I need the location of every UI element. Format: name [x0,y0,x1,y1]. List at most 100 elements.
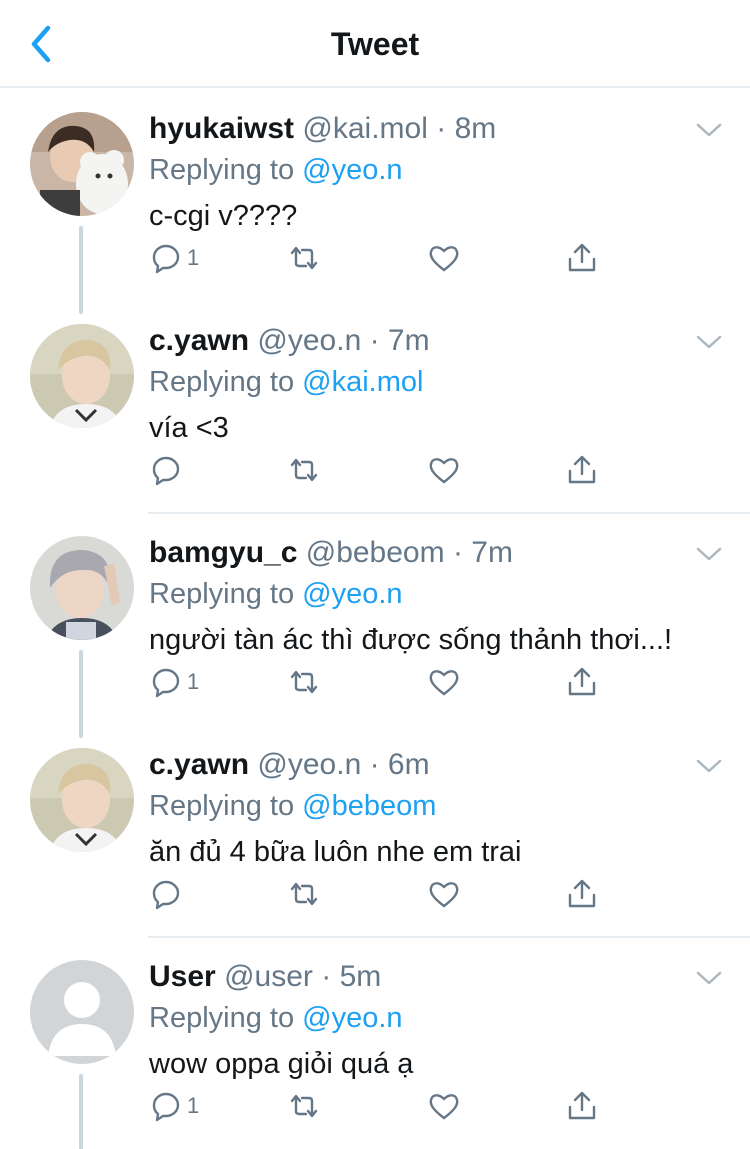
thread-line [79,226,83,314]
tweet-text: c-cgi v???? [149,200,298,232]
replying-label: Replying to [149,154,295,186]
retweet-icon [290,246,318,270]
tweet-header: hyukaiwst @kai.mol · 8m [149,112,497,145]
handle[interactable]: @yeo.n [257,324,361,357]
like-button[interactable] [427,660,461,704]
timestamp: 8m [454,112,497,145]
like-button[interactable] [427,1084,461,1128]
share-button[interactable] [565,236,599,280]
chevron-down-icon[interactable] [694,120,724,140]
tweet-header: bamgyu_c @bebeom · 7m [149,536,513,569]
reply-icon [152,880,180,910]
display-name[interactable]: bamgyu_c [149,536,297,569]
reply-icon [152,244,180,274]
reply-button[interactable]: 1 [149,1084,199,1128]
replying-to: Replying to @yeo.n [149,154,403,187]
retweet-button[interactable] [287,660,321,704]
action-bar [149,448,619,492]
reply-mention-link[interactable]: @kai.mol [302,366,423,398]
retweet-icon [290,670,318,694]
default-avatar-icon [30,960,134,1064]
tweet[interactable]: hyukaiwst @kai.mol · 8m Replying to @yeo… [0,90,750,314]
handle[interactable]: @bebeom [306,536,445,569]
display-name[interactable]: hyukaiwst [149,112,294,145]
avatar[interactable] [30,536,134,640]
chevron-down-icon[interactable] [694,756,724,776]
tweet-header: c.yawn @yeo.n · 7m [149,324,430,357]
retweet-button[interactable] [287,1084,321,1128]
action-bar: 1 [149,660,619,704]
avatar[interactable] [30,748,134,852]
action-bar: 1 [149,1084,619,1128]
replying-to: Replying to @yeo.n [149,578,403,611]
share-icon [568,455,596,484]
avatar[interactable] [30,960,134,1064]
reply-count: 1 [187,245,200,270]
timestamp: 5m [339,960,382,993]
chevron-down-icon[interactable] [694,544,724,564]
like-icon [429,1094,459,1120]
share-button[interactable] [565,1084,599,1128]
chevron-down-icon[interactable] [694,968,724,988]
share-button[interactable] [565,872,599,916]
display-name[interactable]: c.yawn [149,324,249,357]
replying-label: Replying to [149,366,295,398]
reply-count: 1 [187,669,200,694]
like-icon [429,246,459,272]
page-title: Tweet [330,26,420,62]
replying-to: Replying to @yeo.n [149,1002,403,1035]
chevron-down-icon[interactable] [694,332,724,352]
tweet-text: vía <3 [149,412,229,444]
share-icon [568,243,596,272]
reply-button[interactable] [149,872,187,916]
handle[interactable]: @kai.mol [302,112,427,145]
handle[interactable]: @user [224,960,313,993]
like-button[interactable] [427,236,461,280]
reply-icon [152,456,180,486]
share-icon [568,879,596,908]
top-bar: Tweet [0,0,750,88]
reply-button[interactable] [149,448,187,492]
display-name[interactable]: c.yawn [149,748,249,781]
reply-mention-link[interactable]: @yeo.n [302,578,402,610]
retweet-icon [290,1094,318,1118]
display-name[interactable]: User [149,960,216,993]
timestamp: 6m [387,748,430,781]
share-button[interactable] [565,448,599,492]
like-icon [429,458,459,484]
tweet[interactable]: bamgyu_c @bebeom · 7m Replying to @yeo.n… [0,514,750,738]
retweet-button[interactable] [287,872,321,916]
share-button[interactable] [565,660,599,704]
handle[interactable]: @yeo.n [257,748,361,781]
retweet-button[interactable] [287,448,321,492]
reply-icon [152,668,180,698]
tweet[interactable]: c.yawn @yeo.n · 6m Replying to @bebeom ă… [0,726,750,938]
tweet-header: User @user · 5m [149,960,382,993]
like-button[interactable] [427,872,461,916]
reply-mention-link[interactable]: @yeo.n [302,1002,402,1034]
action-bar: 1 [149,236,619,280]
like-icon [429,670,459,696]
replying-to: Replying to @kai.mol [149,366,423,399]
tweet-header: c.yawn @yeo.n · 6m [149,748,430,781]
replying-label: Replying to [149,578,295,610]
like-button[interactable] [427,448,461,492]
retweet-button[interactable] [287,236,321,280]
reply-mention-link[interactable]: @bebeom [302,790,436,822]
tweet-text: người tàn ác thì được sống thảnh thơi...… [149,624,673,656]
reply-button[interactable]: 1 [149,236,199,280]
avatar[interactable] [30,112,134,216]
replying-label: Replying to [149,1002,295,1034]
avatar[interactable] [30,324,134,428]
reply-button[interactable]: 1 [149,660,199,704]
tweet[interactable]: c.yawn @yeo.n · 7m Replying to @kai.mol … [0,302,750,514]
reply-mention-link[interactable]: @yeo.n [302,154,402,186]
share-icon [568,1091,596,1120]
timestamp: 7m [471,536,513,569]
timestamp: 7m [387,324,430,357]
tweet[interactable]: User @user · 5m Replying to @yeo.n wow o… [0,938,750,1149]
replying-label: Replying to [149,790,295,822]
reply-count: 1 [187,1093,200,1118]
action-bar [149,872,619,916]
replying-to: Replying to @bebeom [149,790,436,823]
